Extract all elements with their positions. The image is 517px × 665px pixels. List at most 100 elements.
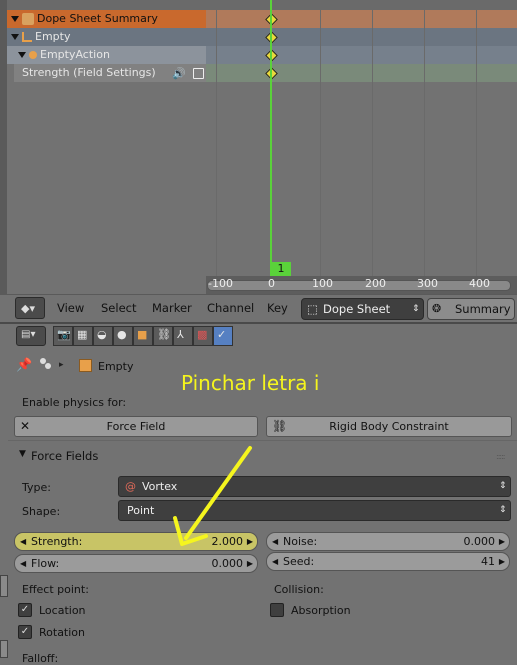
decrement-arrow-icon[interactable]: ◀ [272, 553, 278, 570]
panel-collapse-icon[interactable]: ▼ [19, 449, 26, 459]
grid-line [216, 0, 217, 276]
channel-strength[interactable]: Strength (Field Settings) [22, 64, 172, 82]
seed-field[interactable]: ◀ Seed: 41 ▶ [266, 552, 510, 571]
location-label[interactable]: Location [39, 604, 86, 617]
force-field-button[interactable]: ✕ Force Field [14, 416, 258, 437]
expand-triangle-icon[interactable] [11, 16, 19, 22]
tab-world[interactable]: ● [113, 326, 133, 346]
panel-divider [8, 440, 517, 441]
tab-scene[interactable]: ◒ [93, 326, 113, 346]
tab-object[interactable]: ■ [133, 326, 153, 346]
rotation-checkbox[interactable]: ✓ [18, 625, 32, 639]
menu-channel[interactable]: Channel [207, 301, 254, 315]
breadcrumb-object: Empty [98, 360, 134, 373]
tab-render-layers[interactable]: ▦ [73, 326, 93, 346]
flow-label: Flow: [31, 557, 60, 570]
channel-header-band [7, 0, 517, 10]
channel-empty-action[interactable]: EmptyAction [14, 46, 204, 64]
collision-label: Collision: [274, 583, 324, 596]
action-row-timeline [206, 46, 517, 64]
rigid-body-constraint-button[interactable]: ⛓ Rigid Body Constraint [266, 416, 512, 437]
updown-arrow-icon: ⇕ [412, 304, 420, 314]
editor-divider [0, 322, 517, 324]
decrement-arrow-icon[interactable]: ◀ [20, 555, 26, 572]
summary-icon: ❂ [432, 302, 442, 315]
noise-field[interactable]: ◀ Noise: 0.000 ▶ [266, 532, 510, 551]
channel-label: Dope Sheet Summary [37, 12, 158, 25]
panel-title[interactable]: Force Fields [31, 449, 98, 463]
channel-dope-sheet-summary[interactable]: Dope Sheet Summary [7, 10, 205, 28]
channel-label: Strength (Field Settings) [22, 66, 156, 79]
menu-select[interactable]: Select [101, 301, 136, 315]
lock-icon[interactable] [193, 68, 204, 79]
summary-toggle[interactable]: ❂ Summary [427, 298, 515, 320]
tick-label: 400 [469, 277, 490, 290]
tick-label: -100 [208, 277, 233, 290]
left-edge-tab[interactable] [0, 640, 8, 658]
speaker-icon[interactable]: 🔊 [172, 67, 186, 80]
summary-row-timeline [206, 10, 517, 28]
shape-value: Point [127, 504, 155, 517]
tab-constraints[interactable]: ⛓ [153, 326, 173, 346]
fcurve-row-timeline [206, 64, 517, 82]
decrement-arrow-icon[interactable]: ◀ [20, 533, 26, 550]
pin-icon[interactable]: 📌 [16, 358, 32, 373]
increment-arrow-icon[interactable]: ▶ [499, 553, 505, 570]
tick-label: 0 [268, 277, 275, 290]
properties-editor-type-button[interactable]: ▤▾ [16, 326, 46, 346]
menu-key[interactable]: Key [267, 301, 288, 315]
menu-marker[interactable]: Marker [152, 301, 192, 315]
increment-arrow-icon[interactable]: ▶ [247, 555, 253, 572]
left-edge-tab[interactable] [0, 575, 8, 597]
flow-field[interactable]: ◀ Flow: 0.000 ▶ [14, 554, 258, 573]
enable-physics-label: Enable physics for: [22, 396, 127, 409]
absorption-checkbox[interactable] [270, 603, 284, 617]
location-checkbox[interactable]: ✓ [18, 603, 32, 617]
noise-label: Noise: [283, 535, 318, 548]
absorption-label[interactable]: Absorption [291, 604, 351, 617]
effect-point-label: Effect point: [22, 583, 89, 596]
axis-icon: ⅄ [177, 328, 184, 341]
playhead[interactable] [270, 0, 272, 276]
rigid-body-label: Rigid Body Constraint [329, 420, 449, 433]
current-frame-indicator[interactable]: 1 [271, 262, 291, 276]
channel-label: Empty [35, 30, 71, 43]
editor-type-button[interactable]: ◆▾ [15, 297, 45, 319]
mode-dropdown[interactable]: ⬚ Dope Sheet ⇕ [301, 298, 424, 320]
summary-label: Summary [455, 302, 511, 316]
chain-link-icon: ⛓ [272, 419, 288, 433]
dope-sheet-mode-icon: ⬚ [307, 302, 318, 316]
tab-bone[interactable]: ⅄ [173, 326, 193, 346]
annotation-arrow-icon [173, 446, 252, 546]
expand-triangle-icon[interactable] [11, 34, 19, 40]
horizontal-scrollbar[interactable] [207, 280, 511, 291]
seed-label: Seed: [283, 555, 315, 568]
editor-type-icon: ◆▾ [21, 302, 35, 315]
properties-icon: ▤▾ [21, 329, 36, 340]
channel-empty[interactable]: Empty [7, 28, 205, 46]
tab-texture[interactable]: ▩ [193, 326, 213, 346]
dope-sheet-icon [22, 13, 34, 25]
decrement-arrow-icon[interactable]: ◀ [272, 533, 278, 550]
flow-value: 0.000 [211, 557, 244, 570]
scene-icon: ◒ [97, 328, 107, 341]
vortex-icon: @ [125, 480, 136, 493]
action-icon [29, 51, 37, 59]
shape-label: Shape: [22, 505, 61, 518]
grid-line [372, 0, 373, 276]
expand-triangle-icon[interactable] [18, 52, 26, 58]
grid-line [424, 0, 425, 276]
updown-arrow-icon: ⇕ [499, 505, 507, 515]
updown-arrow-icon: ⇕ [499, 481, 507, 491]
drag-handle-icon[interactable]: ::::: [496, 452, 506, 461]
menu-view[interactable]: View [57, 301, 84, 315]
tab-render[interactable]: 📷 [53, 326, 73, 346]
rotation-label[interactable]: Rotation [39, 626, 85, 639]
strength-label: Strength: [31, 535, 83, 548]
grid-line [320, 0, 321, 276]
force-field-label: Force Field [106, 420, 166, 433]
tab-physics[interactable]: ✓ [213, 326, 233, 346]
increment-arrow-icon[interactable]: ▶ [499, 533, 505, 550]
empty-object-icon [22, 32, 32, 42]
seed-value: 41 [481, 555, 495, 568]
